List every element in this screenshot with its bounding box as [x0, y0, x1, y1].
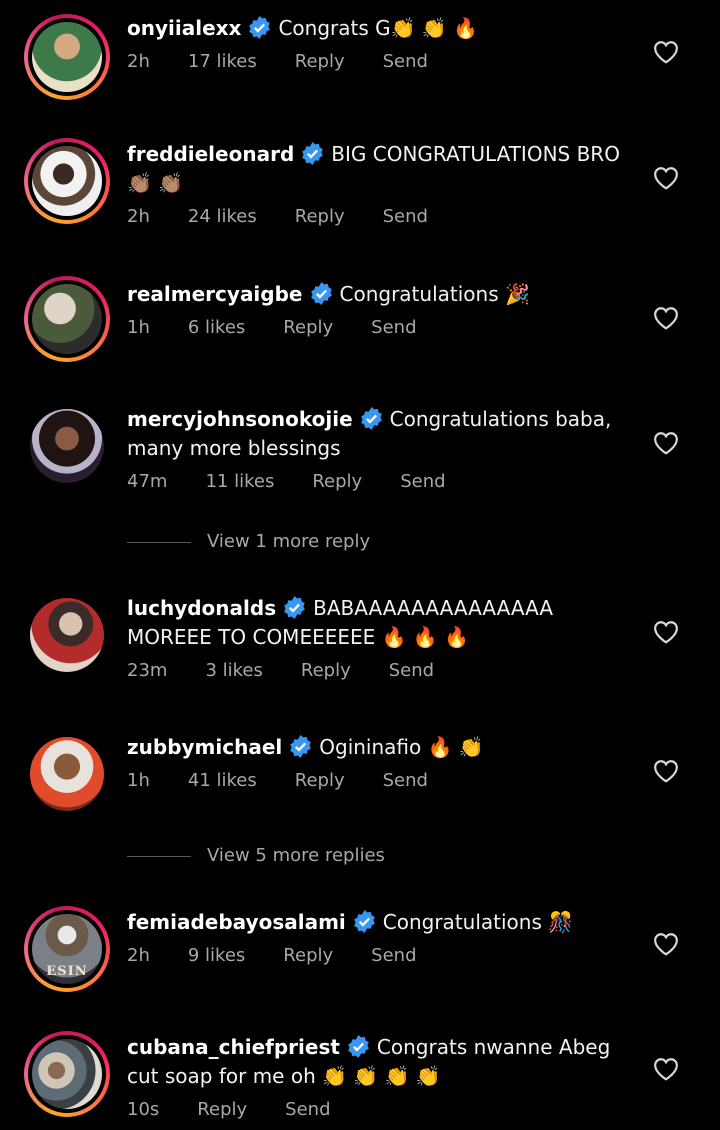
username[interactable]: zubbymichael [127, 735, 282, 759]
reply-button[interactable]: Reply [295, 770, 345, 791]
send-button[interactable]: Send [383, 206, 428, 227]
avatar-image [32, 146, 102, 216]
comment-time: 1h [127, 317, 150, 338]
heart-icon[interactable] [653, 1057, 679, 1081]
likes-count[interactable]: 3 likes [205, 660, 262, 681]
comment-time: 1h [127, 770, 150, 791]
comment-meta: 2h 24 likes Reply Send [127, 206, 627, 232]
avatar-label: ESIN [46, 964, 88, 979]
verified-badge-icon [302, 142, 324, 165]
avatar-image [30, 409, 104, 483]
verified-badge-icon [284, 596, 305, 619]
comment-meta: 10s Reply Send [127, 1099, 627, 1125]
send-button[interactable]: Send [371, 945, 416, 966]
divider [127, 855, 191, 857]
comment-time: 47m [127, 471, 168, 492]
username[interactable]: freddieleonard [127, 142, 294, 166]
comment-text: femiadebayosalami Congratulations 🎊 [127, 908, 627, 937]
avatar[interactable] [24, 1031, 110, 1117]
avatar-image [32, 22, 102, 92]
view-more-label[interactable]: View 1 more reply [207, 531, 370, 552]
comment-text: onyiialexx Congrats G👏 👏 🔥 [127, 14, 627, 43]
divider [127, 541, 191, 543]
comment-text: mercyjohnsonokojie Congratulations baba, … [127, 405, 627, 463]
view-more-replies[interactable]: View 1 more reply [127, 531, 370, 559]
username[interactable]: luchydonalds [127, 596, 276, 620]
heart-icon[interactable] [653, 759, 679, 783]
verified-badge-icon [290, 735, 312, 758]
likes-count[interactable]: 17 likes [188, 51, 257, 72]
verified-badge-icon [310, 282, 332, 305]
comment-meta: 1h 41 likes Reply Send [127, 770, 627, 796]
reply-button[interactable]: Reply [283, 945, 333, 966]
verified-badge-icon [348, 1035, 369, 1058]
heart-icon[interactable] [653, 932, 679, 956]
reply-button[interactable]: Reply [301, 660, 351, 681]
avatar-image [32, 1039, 102, 1109]
heart-icon[interactable] [653, 620, 679, 644]
comment-text: freddieleonard BIG CONGRATULATIONS BRO 👏🏽… [127, 140, 627, 198]
comment-meta: 2h 17 likes Reply Send [127, 51, 627, 77]
avatar-image: ESIN [32, 914, 102, 984]
reply-button[interactable]: Reply [197, 1099, 247, 1120]
avatar[interactable]: ESIN [24, 906, 110, 992]
send-button[interactable]: Send [383, 770, 428, 791]
comment-meta: 2h 9 likes Reply Send [127, 945, 627, 971]
comment-meta: 1h 6 likes Reply Send [127, 317, 627, 343]
username[interactable]: femiadebayosalami [127, 910, 346, 934]
heart-icon[interactable] [653, 431, 679, 455]
avatar[interactable] [24, 276, 110, 362]
comment-body: Congratulations 🎊 [382, 910, 574, 934]
send-button[interactable]: Send [400, 471, 445, 492]
reply-button[interactable]: Reply [312, 471, 362, 492]
send-button[interactable]: Send [383, 51, 428, 72]
avatar-image [30, 737, 104, 811]
verified-badge-icon [360, 407, 382, 430]
likes-count[interactable]: 41 likes [188, 770, 257, 791]
username[interactable]: onyiialexx [127, 16, 241, 40]
comment-text: zubbymichael Ogininafio 🔥 👏 [127, 733, 627, 762]
comment-body: Congrats G👏 👏 🔥 [278, 16, 479, 40]
likes-count[interactable]: 24 likes [188, 206, 257, 227]
reply-button[interactable]: Reply [295, 51, 345, 72]
avatar[interactable] [24, 138, 110, 224]
heart-icon[interactable] [653, 306, 679, 330]
avatar-image [30, 598, 104, 672]
avatar-image [32, 284, 102, 354]
heart-icon[interactable] [653, 166, 679, 190]
reply-button[interactable]: Reply [295, 206, 345, 227]
comment-text: luchydonalds BABAAAAAAAAAAAAAA MOREEE TO … [127, 594, 627, 652]
view-more-label[interactable]: View 5 more replies [207, 845, 385, 866]
avatar[interactable] [24, 403, 110, 489]
avatar[interactable] [24, 14, 110, 100]
comment-meta: 23m 3 likes Reply Send [127, 660, 627, 686]
comment-meta: 47m 11 likes Reply Send [127, 471, 627, 497]
likes-count[interactable]: 11 likes [205, 471, 274, 492]
username[interactable]: mercyjohnsonokojie [127, 407, 353, 431]
avatar[interactable] [24, 731, 110, 817]
username[interactable]: realmercyaigbe [127, 282, 303, 306]
comment-time: 2h [127, 945, 150, 966]
comment-time: 2h [127, 206, 150, 227]
comment-body: Congratulations 🎉 [339, 282, 530, 306]
send-button[interactable]: Send [371, 317, 416, 338]
comment-time: 2h [127, 51, 150, 72]
likes-count[interactable]: 9 likes [188, 945, 245, 966]
verified-badge-icon [249, 16, 271, 39]
username[interactable]: cubana_chiefpriest [127, 1035, 340, 1059]
comment-body: Ogininafio 🔥 👏 [319, 735, 484, 759]
view-more-replies[interactable]: View 5 more replies [127, 845, 385, 873]
comment-text: realmercyaigbe Congratulations 🎉 [127, 280, 627, 309]
send-button[interactable]: Send [285, 1099, 330, 1120]
comment-text: cubana_chiefpriest Congrats nwanne Abeg c… [127, 1033, 627, 1091]
verified-badge-icon [353, 910, 375, 933]
comment-time: 10s [127, 1099, 160, 1120]
avatar[interactable] [24, 592, 110, 678]
send-button[interactable]: Send [389, 660, 434, 681]
reply-button[interactable]: Reply [283, 317, 333, 338]
comment-time: 23m [127, 660, 168, 681]
heart-icon[interactable] [653, 40, 679, 64]
likes-count[interactable]: 6 likes [188, 317, 245, 338]
